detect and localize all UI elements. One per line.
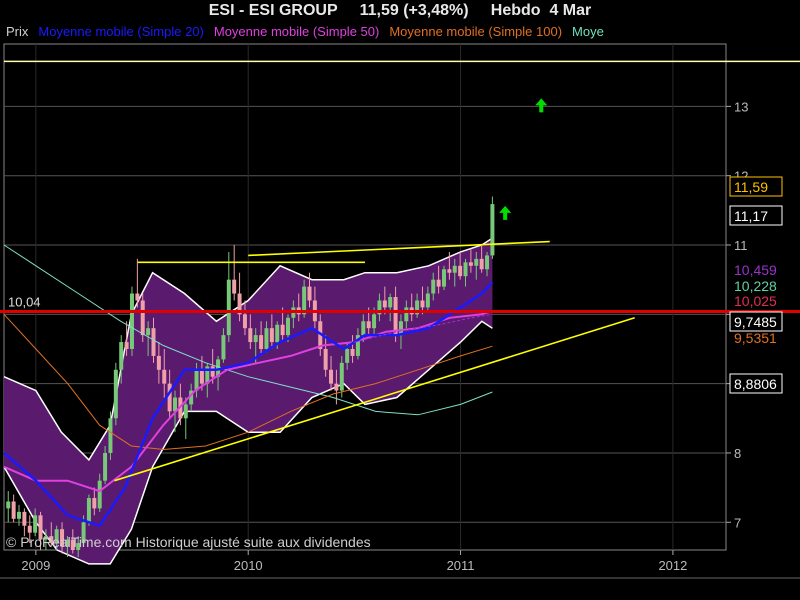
candle-body xyxy=(119,342,124,370)
candle-body xyxy=(334,383,339,391)
candle-body xyxy=(103,452,108,481)
y-tick-label: 11 xyxy=(734,238,748,253)
candle-body xyxy=(113,369,118,419)
price-chart[interactable]: 78910111213200920102011201210,0411,5911,… xyxy=(0,0,800,600)
candle-body xyxy=(210,366,215,377)
candle-body xyxy=(485,255,490,270)
candle-body xyxy=(361,321,366,336)
candle-body xyxy=(382,300,387,308)
watermark: © ProRealTime.com Historique ajusté suit… xyxy=(6,534,371,550)
hline-label: 10,04 xyxy=(8,295,41,310)
up-arrow-icon xyxy=(535,98,548,113)
candle-body xyxy=(393,297,398,336)
candle-body xyxy=(194,369,199,391)
candle-body xyxy=(431,279,436,294)
candle-body xyxy=(232,279,237,294)
candle-body xyxy=(33,515,38,533)
candle-body xyxy=(404,307,409,322)
price-label: 9,7485 xyxy=(734,314,777,330)
candle-body xyxy=(86,498,91,523)
candle-body xyxy=(372,314,377,329)
up-arrow-icon xyxy=(499,205,512,220)
candle-body xyxy=(259,335,264,349)
x-tick-label: 2010 xyxy=(234,558,263,573)
candle-body xyxy=(151,328,156,356)
candle-body xyxy=(269,328,274,343)
x-tick-label: 2012 xyxy=(658,558,687,573)
candle-body xyxy=(350,348,355,356)
candle-body xyxy=(146,328,151,336)
candle-body xyxy=(11,501,16,519)
candle-body xyxy=(199,369,204,384)
y-tick-label: 8 xyxy=(734,446,741,461)
candle-body xyxy=(6,501,11,509)
candle-body xyxy=(248,328,253,343)
candle-body xyxy=(253,335,258,343)
candle-body xyxy=(162,369,167,384)
price-label: 10,025 xyxy=(734,293,777,309)
candle-body xyxy=(280,324,285,336)
price-label: 9,5351 xyxy=(734,330,777,346)
candle-body xyxy=(156,355,161,370)
candle-body xyxy=(183,404,188,419)
candle-body xyxy=(436,279,441,287)
candle-body xyxy=(345,348,350,363)
candle-body xyxy=(447,269,452,273)
candle-body xyxy=(458,265,463,277)
candle-body xyxy=(468,262,473,266)
price-label: 11,17 xyxy=(734,208,768,224)
candle-body xyxy=(366,321,371,329)
candle-body xyxy=(108,418,113,453)
candle-body xyxy=(474,258,479,266)
candle-body xyxy=(242,314,247,329)
candle-body xyxy=(452,265,457,273)
candle-body xyxy=(479,258,484,270)
trendline xyxy=(248,240,550,257)
candle-body xyxy=(92,498,97,509)
candle-body xyxy=(97,480,102,509)
candle-body xyxy=(17,511,22,519)
candle-body xyxy=(463,262,468,277)
candle-body xyxy=(221,335,226,360)
price-label: 11,59 xyxy=(734,179,768,195)
candle-body xyxy=(22,511,27,526)
price-label: 8,8806 xyxy=(734,376,777,392)
x-tick-label: 2011 xyxy=(447,558,475,573)
candle-body xyxy=(425,293,430,308)
candle-body xyxy=(307,286,312,301)
price-label: 10,459 xyxy=(734,262,777,278)
candle-body xyxy=(441,269,446,287)
y-tick-label: 13 xyxy=(734,99,748,114)
candle-body xyxy=(388,297,393,308)
candle-body xyxy=(323,348,328,370)
candle-body xyxy=(275,324,280,343)
candle-body xyxy=(226,279,231,336)
price-label: 10,228 xyxy=(734,278,777,294)
candle-body xyxy=(490,204,495,256)
candle-body xyxy=(167,383,172,412)
y-tick-label: 7 xyxy=(734,515,741,530)
candle-body xyxy=(420,300,425,308)
candle-body xyxy=(329,369,334,384)
candle-body xyxy=(27,525,32,533)
candle-body xyxy=(264,328,269,349)
x-tick-label: 2009 xyxy=(21,558,50,573)
candle-body xyxy=(140,300,145,336)
candle-body xyxy=(285,317,290,336)
candle-body xyxy=(135,293,140,301)
candle-body xyxy=(339,362,344,391)
candle-body xyxy=(124,342,129,349)
candle-body xyxy=(173,397,178,412)
candle-body xyxy=(129,293,134,349)
